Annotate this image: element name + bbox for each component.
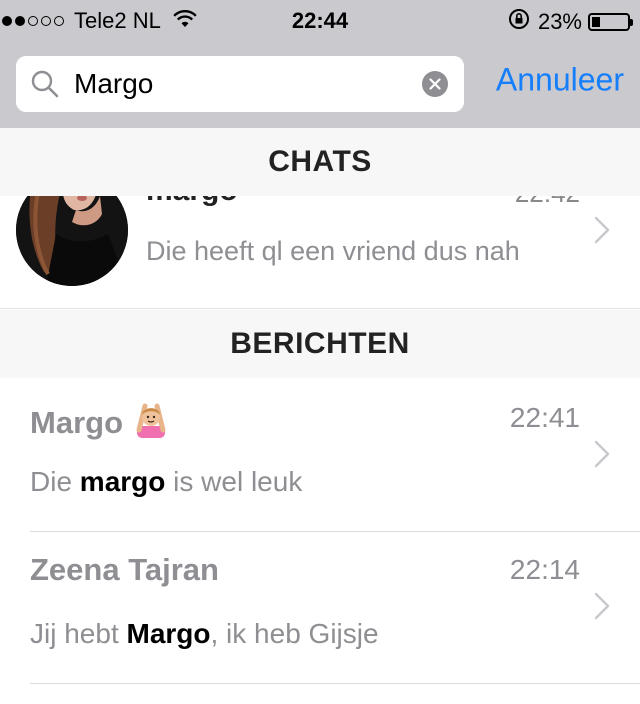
rotation-lock-icon (508, 8, 530, 36)
snippet-after: , ik heb Gijsje (210, 618, 379, 649)
person-gesturing-no-emoji (133, 400, 169, 446)
message-sender: Margo (30, 400, 169, 446)
message-snippet: Jij hebt Margo, ik heb Gijsje (30, 618, 379, 650)
chevron-right-icon (594, 216, 610, 249)
snippet-before: Jij hebt (30, 618, 127, 649)
chevron-right-icon (594, 592, 610, 625)
message-time: 22:41 (509, 402, 580, 433)
row-divider (30, 683, 640, 684)
battery-fill (592, 17, 600, 27)
chat-time: 22:42 (515, 196, 580, 209)
message-snippet: Die margo is wel leuk (30, 466, 302, 498)
battery-icon (588, 13, 633, 31)
snippet-after: is wel leuk (165, 466, 303, 497)
search-bar: Annuleer (0, 40, 640, 129)
message-row[interactable]: Margo 22:41 Die margo is wel leuk (0, 380, 640, 532)
chat-name: margo (146, 196, 238, 208)
message-time: 22:14 (509, 554, 580, 585)
snippet-before: Die (30, 466, 80, 497)
search-icon (30, 69, 60, 104)
status-bar: Tele2 NL 22:44 23% (0, 0, 640, 40)
message-row[interactable]: Zeena Tajran 22:14 Jij hebt Margo, ik he… (0, 532, 640, 684)
chat-preview: Die heeft ql een vriend dus nah (146, 236, 520, 266)
clear-icon[interactable] (422, 71, 448, 97)
section-header-messages: BERICHTEN (0, 310, 640, 378)
message-sender-name: Margo (30, 405, 123, 440)
snippet-highlight: Margo (126, 618, 211, 649)
avatar (16, 196, 128, 286)
chevron-right-icon (594, 440, 610, 473)
search-field[interactable] (16, 56, 464, 112)
battery-percent: 23% (537, 9, 582, 34)
section-header-chats: CHATS (0, 128, 640, 196)
message-sender-name: Zeena Tajran (30, 552, 219, 587)
message-sender: Zeena Tajran (30, 552, 219, 588)
cancel-button[interactable]: Annuleer (496, 62, 624, 99)
chat-result-row[interactable]: margo 22:42 Die heeft ql een vriend dus … (0, 196, 640, 309)
snippet-highlight: margo (79, 466, 166, 497)
search-input[interactable] (74, 56, 404, 112)
status-right: 23% (508, 8, 633, 36)
